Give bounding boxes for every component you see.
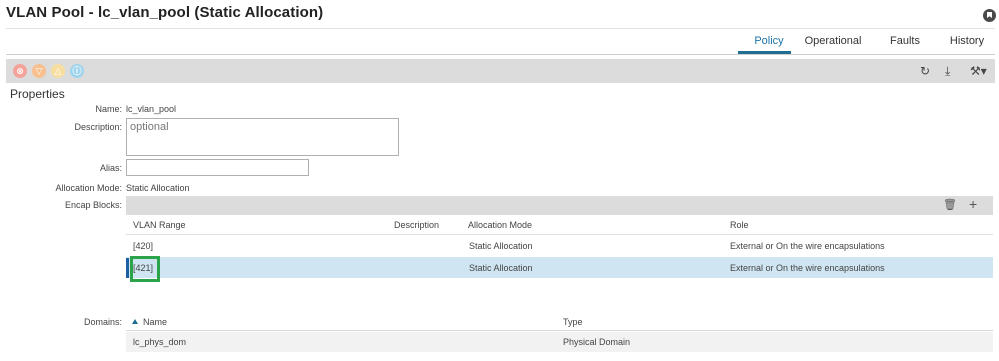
name-value: lc_vlan_pool (126, 104, 177, 114)
table-row[interactable]: [420] Static Allocation External or On t… (126, 235, 993, 256)
column-header-role[interactable]: Role (730, 215, 749, 235)
annotation-highlight-box (130, 256, 160, 282)
column-header-type[interactable]: Type (563, 313, 583, 330)
page-title: VLAN Pool - lc_vlan_pool (Static Allocat… (6, 4, 324, 21)
table-row-selected[interactable]: [421] Static Allocation External or On t… (126, 257, 993, 278)
tools-icon[interactable]: ⚒▾ (970, 64, 987, 78)
domain-name-cell: lc_phys_dom (133, 337, 187, 347)
column-header-name[interactable]: Name (143, 313, 167, 330)
allocation-mode-value: Static Allocation (126, 183, 190, 193)
encap-blocks-label: Encap Blocks: (64, 200, 122, 210)
column-header-description[interactable]: Description (394, 215, 439, 235)
tab-operational[interactable]: Operational (802, 35, 864, 55)
domain-type-cell: Physical Domain (563, 337, 631, 347)
encap-blocks-toolbar: 🗑 + (126, 196, 993, 215)
minor-fault-icon[interactable]: △ (51, 64, 65, 78)
column-header-vlan-range[interactable]: VLAN Range (133, 215, 186, 235)
properties-heading: Properties (10, 87, 65, 101)
critical-fault-icon[interactable]: ⊗ (13, 64, 27, 78)
domains-header: Name Type (126, 313, 993, 331)
add-icon[interactable]: + (969, 196, 977, 212)
alias-label: Alias: (99, 163, 122, 173)
download-icon[interactable]: ⤓ (945, 64, 950, 78)
tab-divider (6, 54, 995, 55)
allocation-mode-cell: Static Allocation (469, 262, 533, 273)
encap-blocks-header: VLAN Range Description Allocation Mode R… (126, 215, 993, 235)
sort-ascending-icon[interactable] (132, 319, 138, 324)
warning-fault-icon[interactable]: ⓘ (70, 64, 84, 78)
table-row[interactable]: lc_phys_dom Physical Domain (126, 332, 993, 352)
tab-bar: Policy Operational Faults History (730, 35, 999, 55)
column-header-allocation-mode[interactable]: Allocation Mode (468, 215, 532, 235)
bookmark-icon[interactable] (983, 9, 996, 22)
allocation-mode-label: Allocation Mode: (55, 183, 122, 193)
refresh-icon[interactable]: ↻ (920, 64, 930, 78)
description-field[interactable]: optional (126, 118, 399, 156)
role-cell: External or On the wire encapsulations (730, 240, 885, 251)
role-cell: External or On the wire encapsulations (730, 262, 885, 273)
allocation-mode-cell: Static Allocation (469, 240, 533, 251)
vlan-range-cell: [420] (133, 240, 154, 251)
name-label: Name: (95, 104, 122, 114)
header-divider (6, 28, 995, 29)
major-fault-icon[interactable]: ▽ (32, 64, 46, 78)
toolbar: ⊗ ▽ △ ⓘ ↻ ⤓ ⚒▾ (6, 59, 995, 83)
delete-icon[interactable]: 🗑 (943, 198, 957, 211)
tab-history[interactable]: History (945, 35, 989, 55)
domains-label: Domains: (83, 317, 122, 327)
description-label: Description: (74, 122, 122, 132)
alias-field[interactable] (126, 159, 309, 176)
selected-row-marker (126, 258, 129, 278)
tab-faults[interactable]: Faults (885, 35, 925, 55)
